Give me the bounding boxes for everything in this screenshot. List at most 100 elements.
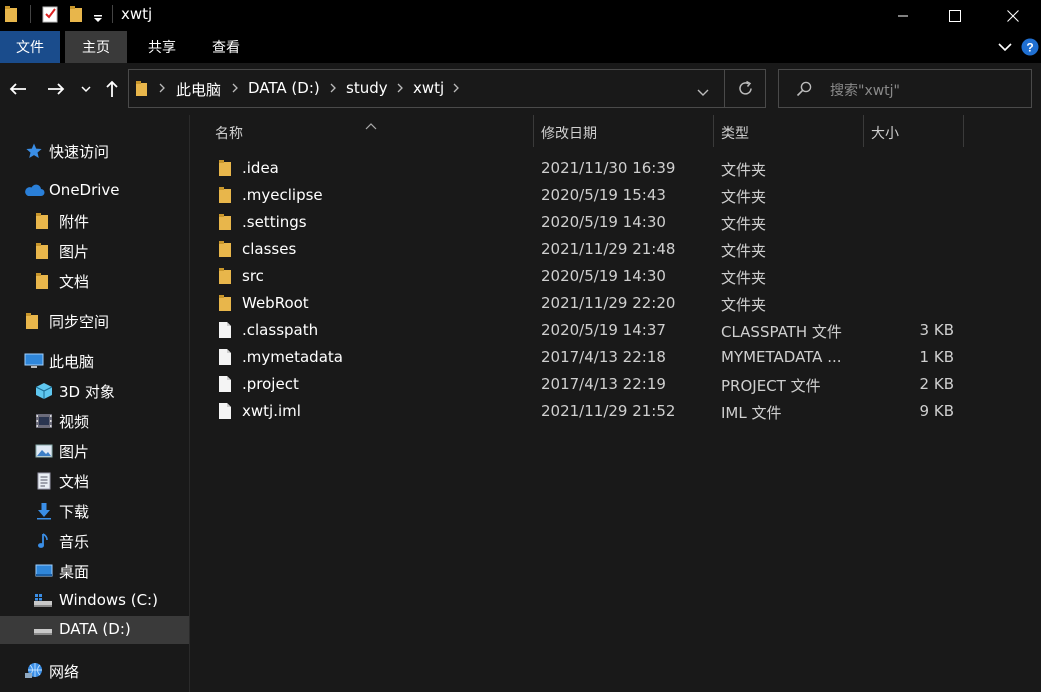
- search-input[interactable]: 搜索"xwtj": [830, 80, 900, 100]
- sidebar-item-3d-objects[interactable]: 3D 对象: [0, 377, 189, 405]
- file-date: 2021/11/29 21:48: [541, 240, 676, 258]
- file-icon: [218, 321, 234, 339]
- sidebar-item-network[interactable]: 网络: [0, 657, 189, 685]
- address-divider: [724, 70, 725, 107]
- toolbar-divider: [112, 5, 113, 23]
- chevron-right-icon[interactable]: [231, 80, 241, 96]
- column-divider[interactable]: [863, 115, 864, 147]
- forward-button[interactable]: [44, 77, 68, 101]
- navigation-pane: 快速访问 OneDrive 附件 图片 文档 同步空间 此电脑 3D 对象 视频…: [0, 115, 189, 692]
- folder-icon: [4, 5, 18, 23]
- expand-ribbon-button[interactable]: [994, 31, 1016, 63]
- file-size: 9 KB: [919, 402, 954, 420]
- close-button[interactable]: [990, 0, 1036, 31]
- tab-view[interactable]: 查看: [194, 31, 258, 63]
- new-folder-icon[interactable]: [69, 5, 83, 23]
- arrow-up-icon: [106, 80, 118, 97]
- sidebar-item-documents[interactable]: 文档: [0, 467, 189, 495]
- chevron-right-icon[interactable]: [329, 80, 339, 96]
- sidebar-item-music[interactable]: 音乐: [0, 527, 189, 555]
- svg-text:?: ?: [1026, 41, 1033, 55]
- sidebar-item-quick-access[interactable]: 快速访问: [0, 137, 189, 165]
- tab-share[interactable]: 共享: [131, 31, 193, 63]
- sidebar-item-label: DATA (D:): [59, 620, 131, 638]
- sidebar-item-onedrive[interactable]: OneDrive: [0, 177, 189, 205]
- table-row[interactable]: .idea 2021/11/30 16:39 文件夹: [210, 155, 970, 182]
- file-name: .settings: [242, 213, 307, 231]
- tab-home[interactable]: 主页: [65, 31, 127, 63]
- column-divider[interactable]: [533, 115, 534, 147]
- sidebar-item-this-pc[interactable]: 此电脑: [0, 347, 189, 375]
- address-bar[interactable]: 此电脑 DATA (D:) study xwtj: [128, 69, 766, 108]
- minimize-button[interactable]: [880, 0, 926, 31]
- folder-icon: [35, 212, 53, 230]
- document-icon: [35, 472, 53, 490]
- table-row[interactable]: classes 2021/11/29 21:48 文件夹: [210, 236, 970, 263]
- table-row[interactable]: .mymetadata 2017/4/13 22:18 MYMETADATA ...…: [210, 344, 970, 371]
- chevron-right-icon[interactable]: [396, 80, 406, 96]
- sidebar-item-desktop[interactable]: 桌面: [0, 557, 189, 585]
- recent-locations-button[interactable]: [78, 77, 94, 101]
- sidebar-item-drive-d[interactable]: DATA (D:): [0, 616, 189, 644]
- sidebar-item-documents-onedrive[interactable]: 文档: [0, 267, 189, 295]
- table-row[interactable]: .myeclipse 2020/5/19 15:43 文件夹: [210, 182, 970, 209]
- tab-file[interactable]: 文件: [0, 31, 60, 63]
- refresh-icon: [739, 80, 752, 95]
- table-row[interactable]: WebRoot 2021/11/29 22:20 文件夹: [210, 290, 970, 317]
- file-name: .myeclipse: [242, 186, 323, 204]
- search-box[interactable]: 搜索"xwtj": [778, 69, 1032, 108]
- chevron-right-icon[interactable]: [158, 80, 168, 96]
- column-divider[interactable]: [963, 115, 964, 147]
- sort-ascending-icon: [365, 115, 377, 134]
- star-icon: [25, 142, 43, 160]
- column-header-size[interactable]: 大小: [871, 123, 899, 143]
- table-row[interactable]: .classpath 2020/5/19 14:37 CLASSPATH 文件 3 K…: [210, 317, 970, 344]
- column-header-date[interactable]: 修改日期: [541, 123, 597, 143]
- windows-drive-icon: [33, 592, 53, 610]
- customize-toolbar-icon[interactable]: [93, 9, 103, 27]
- breadcrumb-this-pc[interactable]: 此电脑: [176, 79, 221, 100]
- up-button[interactable]: [101, 77, 123, 101]
- file-type: 文件夹: [721, 242, 767, 260]
- column-header-name[interactable]: 名称: [215, 123, 243, 143]
- properties-icon[interactable]: [42, 5, 58, 23]
- sidebar-item-sync-space[interactable]: 同步空间: [0, 307, 189, 335]
- column-header-type[interactable]: 类型: [721, 123, 749, 143]
- address-history-button[interactable]: [697, 83, 709, 102]
- back-button[interactable]: [6, 77, 30, 101]
- maximize-button[interactable]: [932, 0, 978, 31]
- chevron-down-icon: [81, 86, 91, 93]
- sidebar-item-label: 同步空间: [49, 313, 110, 331]
- sidebar-item-pictures-onedrive[interactable]: 图片: [0, 237, 189, 265]
- table-row[interactable]: src 2020/5/19 14:30 文件夹: [210, 263, 970, 290]
- file-date: 2021/11/29 21:52: [541, 402, 676, 420]
- file-name: .mymetadata: [242, 348, 343, 366]
- file-name: xwtj.iml: [242, 402, 301, 420]
- column-divider[interactable]: [713, 115, 714, 147]
- file-type: 文件夹: [721, 269, 767, 287]
- help-button[interactable]: ?: [1019, 31, 1041, 63]
- file-icon: [218, 402, 234, 420]
- table-row[interactable]: .settings 2020/5/19 14:30 文件夹: [210, 209, 970, 236]
- folder-icon: [35, 272, 53, 290]
- breadcrumb-data-drive[interactable]: DATA (D:): [248, 79, 320, 97]
- breadcrumb-study[interactable]: study: [346, 79, 388, 97]
- file-size: 2 KB: [919, 375, 954, 393]
- network-icon: [24, 662, 44, 680]
- sidebar-item-label: 桌面: [59, 563, 90, 581]
- table-row[interactable]: .project 2017/4/13 22:19 PROJECT 文件 2 KB: [210, 371, 970, 398]
- table-row[interactable]: xwtj.iml 2021/11/29 21:52 IML 文件 9 KB: [210, 398, 970, 425]
- sidebar-item-pictures[interactable]: 图片: [0, 437, 189, 465]
- maximize-icon: [949, 9, 961, 22]
- picture-icon: [35, 442, 53, 460]
- file-type: 文件夹: [721, 296, 767, 314]
- sidebar-item-videos[interactable]: 视频: [0, 407, 189, 435]
- sidebar-item-drive-c[interactable]: Windows (C:): [0, 587, 189, 615]
- refresh-button[interactable]: [737, 80, 754, 101]
- breadcrumb-xwtj[interactable]: xwtj: [413, 79, 444, 97]
- file-type: CLASSPATH 文件: [721, 323, 842, 341]
- chevron-right-icon[interactable]: [452, 80, 462, 96]
- sidebar-item-attachments[interactable]: 附件: [0, 207, 189, 235]
- sidebar-item-downloads[interactable]: 下载: [0, 497, 189, 525]
- sidebar-item-label: OneDrive: [49, 181, 120, 199]
